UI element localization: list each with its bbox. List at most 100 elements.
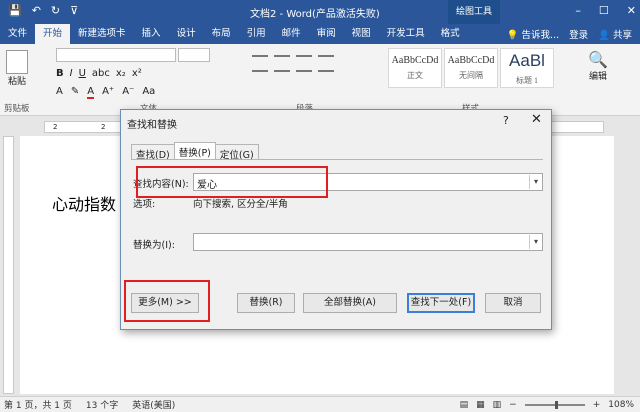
editing-button[interactable]: 🔍 编辑 [578,50,618,82]
italic-icon[interactable]: I [70,68,73,79]
help-icon[interactable]: ? [503,114,509,127]
customize-icon[interactable]: ⊽ [70,4,78,17]
window-title: 文档2 - Word(产品激活失败) [250,9,380,20]
clipboard-icon [6,50,28,74]
document-text[interactable]: 心动指数 [52,191,116,215]
paste-label: 粘贴 [7,77,26,87]
paste-button[interactable]: 粘贴 [4,50,30,87]
numbering-icon[interactable] [274,70,290,72]
drawing-tools-context: 绘图工具 [448,0,500,24]
ruler-strip [3,136,14,394]
indent-icon[interactable] [296,70,312,72]
zoom-out-icon[interactable]: − [509,400,517,410]
line-spacing-icon[interactable] [318,70,334,72]
style-no-spacing[interactable]: AaBbCcDd 无间隔 [444,48,498,88]
tab-home[interactable]: 开始 [35,24,71,44]
quick-access-toolbar: 💾 ↶ ↻ ⊽ [8,4,78,17]
maximize-icon[interactable]: ☐ [599,4,609,17]
chevron-down-icon[interactable]: ▾ [529,235,542,249]
change-case-icon[interactable]: Aa [142,86,155,99]
zoom-level[interactable]: 108% [608,400,634,410]
print-layout-icon[interactable]: ▦ [476,400,485,410]
find-next-button[interactable]: 查找下一处(F) [407,293,475,313]
replace-label: 替换为(I): [133,240,175,251]
tab-replace[interactable]: 替换(P) [173,142,216,159]
font-grow-icon[interactable]: A⁺ [102,86,114,99]
tab-review[interactable]: 审阅 [309,24,344,44]
close-icon[interactable]: ✕ [627,4,636,17]
style-preview: AaBbCcDd [447,55,495,66]
tab-mailings[interactable]: 邮件 [274,24,309,44]
tell-me-box[interactable]: 💡 告诉我... [507,27,559,41]
justify-icon[interactable] [318,55,334,57]
replace-all-button[interactable]: 全部替换(A) [303,293,397,313]
tab-references[interactable]: 引用 [239,24,274,44]
align-left-icon[interactable] [252,55,268,57]
tab-goto[interactable]: 定位(G) [214,144,259,161]
word-count[interactable]: 13 个字 [86,398,118,411]
tab-developer[interactable]: 开发工具 [379,24,433,44]
page-count[interactable]: 第 1 页，共 1 页 [4,398,72,411]
tab-insert[interactable]: 插入 [134,24,169,44]
subscript-icon[interactable]: x₂ [116,68,126,79]
dialog-title: 查找和替换 [127,120,177,131]
font-color-icon[interactable]: A [87,86,95,99]
language-indicator[interactable]: 英语(美国) [132,398,175,411]
tab-design[interactable]: 设计 [169,24,204,44]
replace-input[interactable] [193,233,543,251]
share-label: 共享 [612,30,632,41]
align-center-icon[interactable] [274,55,290,57]
options-label: 选项: [133,199,156,210]
tab-find[interactable]: 查找(D) [131,144,175,161]
style-name: 无间隔 [459,71,483,80]
ribbon-tabs: 文件 开始 新建选项卡 插入 设计 布局 引用 邮件 审阅 视图 开发工具 格式… [0,24,640,44]
tab-format[interactable]: 格式 [433,24,468,44]
undo-icon[interactable]: ↶ [32,4,41,17]
window-controls: – ☐ ✕ [575,4,636,17]
zoom-in-icon[interactable]: + [593,400,601,410]
font-color-row: A ✎ A A⁺ A⁻ Aa [56,86,155,99]
search-icon: 🔍 [588,50,608,69]
ruler-mark: 2 [101,123,106,131]
replace-button[interactable]: 替换(R) [237,293,295,313]
cancel-button[interactable]: 取消 [485,293,541,313]
find-field-highlight [136,166,328,198]
text-effects-icon[interactable]: A [56,86,63,99]
dialog-tabs: 查找(D) 替换(P) 定位(G) [131,142,259,161]
strikethrough-icon[interactable]: abc [92,68,110,79]
style-name: 正文 [407,71,423,80]
close-icon[interactable]: ✕ [531,112,542,127]
login-link[interactable]: 登录 [569,27,588,41]
vertical-ruler [0,136,16,394]
paragraph-tools [252,50,372,100]
tab-panel-border [131,159,543,161]
align-right-icon[interactable] [296,55,312,57]
web-layout-icon[interactable]: ▥ [493,400,502,410]
style-gallery: AaBbCcDd 正文 AaBbCcDd 无间隔 AaBl 标题 1 [388,48,554,88]
font-shrink-icon[interactable]: A⁻ [122,86,134,99]
style-normal[interactable]: AaBbCcDd 正文 [388,48,442,88]
highlight-icon[interactable]: ✎ [71,86,79,99]
style-name: 标题 1 [516,76,538,85]
tab-view[interactable]: 视图 [344,24,379,44]
font-name-combo[interactable] [56,48,176,62]
zoom-slider[interactable] [524,400,585,409]
style-heading1[interactable]: AaBl 标题 1 [500,48,554,88]
share-button[interactable]: 👤 共享 [598,27,632,41]
save-icon[interactable]: 💾 [8,4,22,17]
tab-layout[interactable]: 布局 [204,24,239,44]
status-bar: 第 1 页，共 1 页 13 个字 英语(美国) ▤ ▦ ▥ − + 108% [0,396,640,412]
tab-file[interactable]: 文件 [0,24,35,44]
bold-icon[interactable]: B [56,68,64,79]
underline-icon[interactable]: U [79,68,86,79]
read-mode-icon[interactable]: ▤ [460,400,469,410]
tab-new[interactable]: 新建选项卡 [70,24,134,44]
chevron-down-icon[interactable]: ▾ [529,175,542,189]
tell-me-label: 告诉我... [521,30,560,41]
superscript-icon[interactable]: x² [132,68,142,79]
options-value: 向下搜索, 区分全/半角 [193,199,288,210]
font-size-combo[interactable] [178,48,210,62]
bullets-icon[interactable] [252,70,268,72]
minimize-icon[interactable]: – [575,4,581,17]
redo-icon[interactable]: ↻ [51,4,60,17]
